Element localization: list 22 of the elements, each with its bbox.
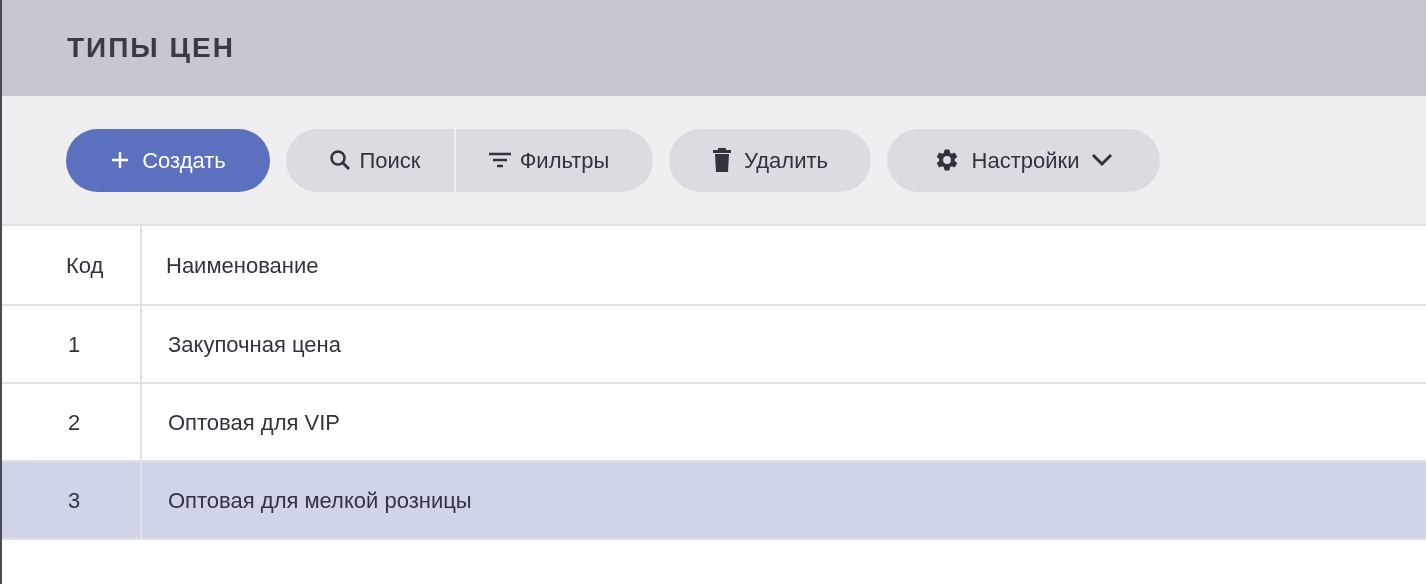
filters-button[interactable]: Фильтры — [456, 128, 653, 192]
table-cell: 2 — [2, 384, 142, 460]
table-cell: 3 — [2, 462, 142, 538]
trash-icon — [712, 147, 732, 173]
filter-icon — [487, 151, 512, 169]
column-header[interactable]: Наименование — [166, 248, 319, 282]
page-title: ТИПЫ ЦЕН — [67, 31, 235, 65]
table-cell: 1 — [2, 306, 142, 382]
search-button[interactable]: Поиск — [286, 128, 454, 192]
plus-icon — [110, 150, 131, 170]
table-cell-text: Закупочная цена — [167, 330, 342, 359]
create-button[interactable]: Создать — [66, 128, 270, 192]
table-cell-text: Оптовая для мелкой розницы — [167, 486, 473, 515]
search-icon — [327, 148, 352, 172]
settings-button[interactable]: Настройки — [887, 128, 1160, 192]
table-row[interactable]: 2 Оптовая для VIP — [2, 384, 1426, 462]
delete-button[interactable]: Удалить — [669, 128, 871, 192]
table-row[interactable]: 3 Оптовая для мелкой розницы — [2, 462, 1426, 540]
table-row[interactable]: 1 Закупочная цена — [2, 306, 1426, 384]
table-cell-text: Оптовая для VIP — [167, 408, 341, 437]
chevron-down-icon — [1091, 153, 1114, 167]
column-header[interactable]: Код — [66, 248, 104, 282]
